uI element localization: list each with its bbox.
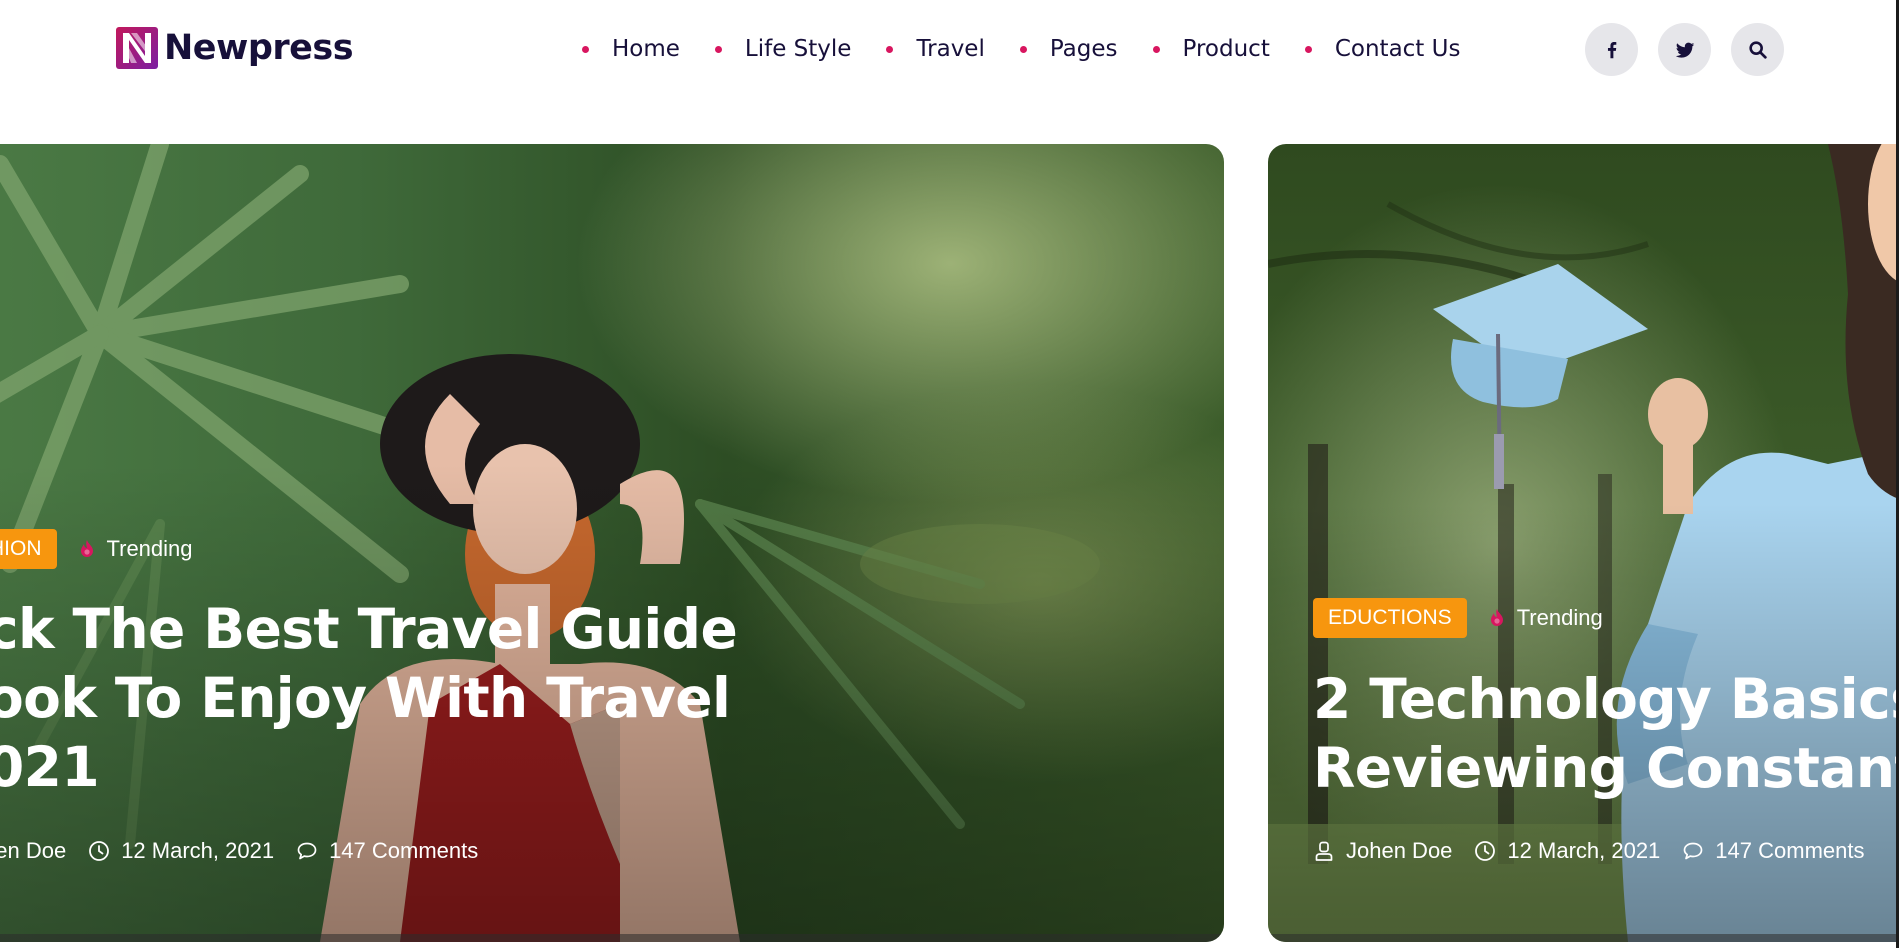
author-name: hen Doe xyxy=(0,838,67,863)
category-badge[interactable]: EDUCTIONS xyxy=(1313,598,1467,638)
nav-label: Product xyxy=(1182,36,1270,62)
trending-tag[interactable]: Trending xyxy=(1489,605,1603,631)
featured-post-card[interactable]: EDUCTIONS Trending 2 Technology Basics R… xyxy=(1268,144,1899,942)
post-author[interactable]: Johen Doe xyxy=(1313,838,1452,864)
nav-label: Home xyxy=(612,36,680,62)
flame-icon xyxy=(80,540,93,557)
post-meta-top: EDUCTIONS Trending xyxy=(1313,598,1603,638)
category-badge[interactable]: HION xyxy=(0,529,57,569)
featured-post-card[interactable]: HION Trending ck The Best Travel Guide o… xyxy=(0,144,1224,942)
nav-bullet xyxy=(1152,45,1160,53)
site-header: Newpress Home Life Style Travel Pages Pr… xyxy=(0,0,1899,100)
trending-label: Trending xyxy=(106,536,193,561)
nav-label: Contact Us xyxy=(1334,36,1461,62)
trending-tag[interactable]: Trending xyxy=(79,536,193,562)
comment-icon xyxy=(297,842,317,860)
nav-label: Life Style xyxy=(744,36,852,62)
page: Newpress Home Life Style Travel Pages Pr… xyxy=(0,0,1899,948)
main-nav: Home Life Style Travel Pages Product Con… xyxy=(582,34,1495,64)
comments-text: 147 Comments xyxy=(1715,838,1865,863)
nav-item-home[interactable]: Home xyxy=(582,34,680,64)
date-text: 12 March, 2021 xyxy=(121,838,275,863)
twitter-button[interactable] xyxy=(1658,23,1711,76)
date-text: 12 March, 2021 xyxy=(1507,838,1661,863)
post-date: 12 March, 2021 xyxy=(88,838,274,864)
post-meta-bottom: hen Doe 12 March, 2021 147 Comments xyxy=(0,838,500,864)
facebook-icon xyxy=(1607,41,1616,58)
post-meta-top: HION Trending xyxy=(0,529,193,569)
nav-bullet xyxy=(1304,45,1312,53)
logo-link[interactable]: Newpress xyxy=(115,26,354,70)
nav-bullet xyxy=(714,45,722,53)
flame-icon xyxy=(1490,609,1503,626)
header-actions xyxy=(1585,23,1784,76)
twitter-icon xyxy=(1675,42,1694,58)
nav-label: Pages xyxy=(1049,36,1118,62)
post-meta-bottom: Johen Doe 12 March, 2021 147 Comments xyxy=(1313,838,1886,864)
search-button[interactable] xyxy=(1731,23,1784,76)
trending-label: Trending xyxy=(1516,605,1603,630)
logo-icon xyxy=(116,27,158,69)
post-author[interactable]: hen Doe xyxy=(0,838,66,864)
nav-item-pages[interactable]: Pages xyxy=(1019,34,1118,64)
post-date: 12 March, 2021 xyxy=(1474,838,1660,864)
image-overlay xyxy=(1268,144,1899,942)
nav-bullet xyxy=(1019,45,1027,53)
user-icon xyxy=(1315,841,1333,861)
nav-bullet xyxy=(886,45,894,53)
clock-icon xyxy=(1475,841,1496,861)
post-title[interactable]: 2 Technology Basics Reviewing Constant xyxy=(1313,665,1899,803)
post-title[interactable]: ck The Best Travel Guide ook To Enjoy Wi… xyxy=(0,595,738,802)
nav-bullet xyxy=(582,45,589,53)
facebook-button[interactable] xyxy=(1585,23,1638,76)
card-shadow xyxy=(1268,934,1899,942)
comments-text: 147 Comments xyxy=(329,838,479,863)
clock-icon xyxy=(89,841,110,861)
post-comments[interactable]: 147 Comments xyxy=(1682,838,1864,864)
post-comments[interactable]: 147 Comments xyxy=(296,838,478,864)
nav-label: Travel xyxy=(916,36,985,62)
nav-item-life-style[interactable]: Life Style xyxy=(714,34,852,64)
search-icon xyxy=(1748,40,1767,59)
nav-item-contact-us[interactable]: Contact Us xyxy=(1304,34,1461,64)
nav-item-product[interactable]: Product xyxy=(1152,34,1270,64)
logo-text: Newpress xyxy=(164,27,354,68)
nav-item-travel[interactable]: Travel xyxy=(886,34,985,64)
card-shadow xyxy=(0,934,1224,942)
comment-icon xyxy=(1683,842,1703,860)
author-name: Johen Doe xyxy=(1346,838,1453,863)
